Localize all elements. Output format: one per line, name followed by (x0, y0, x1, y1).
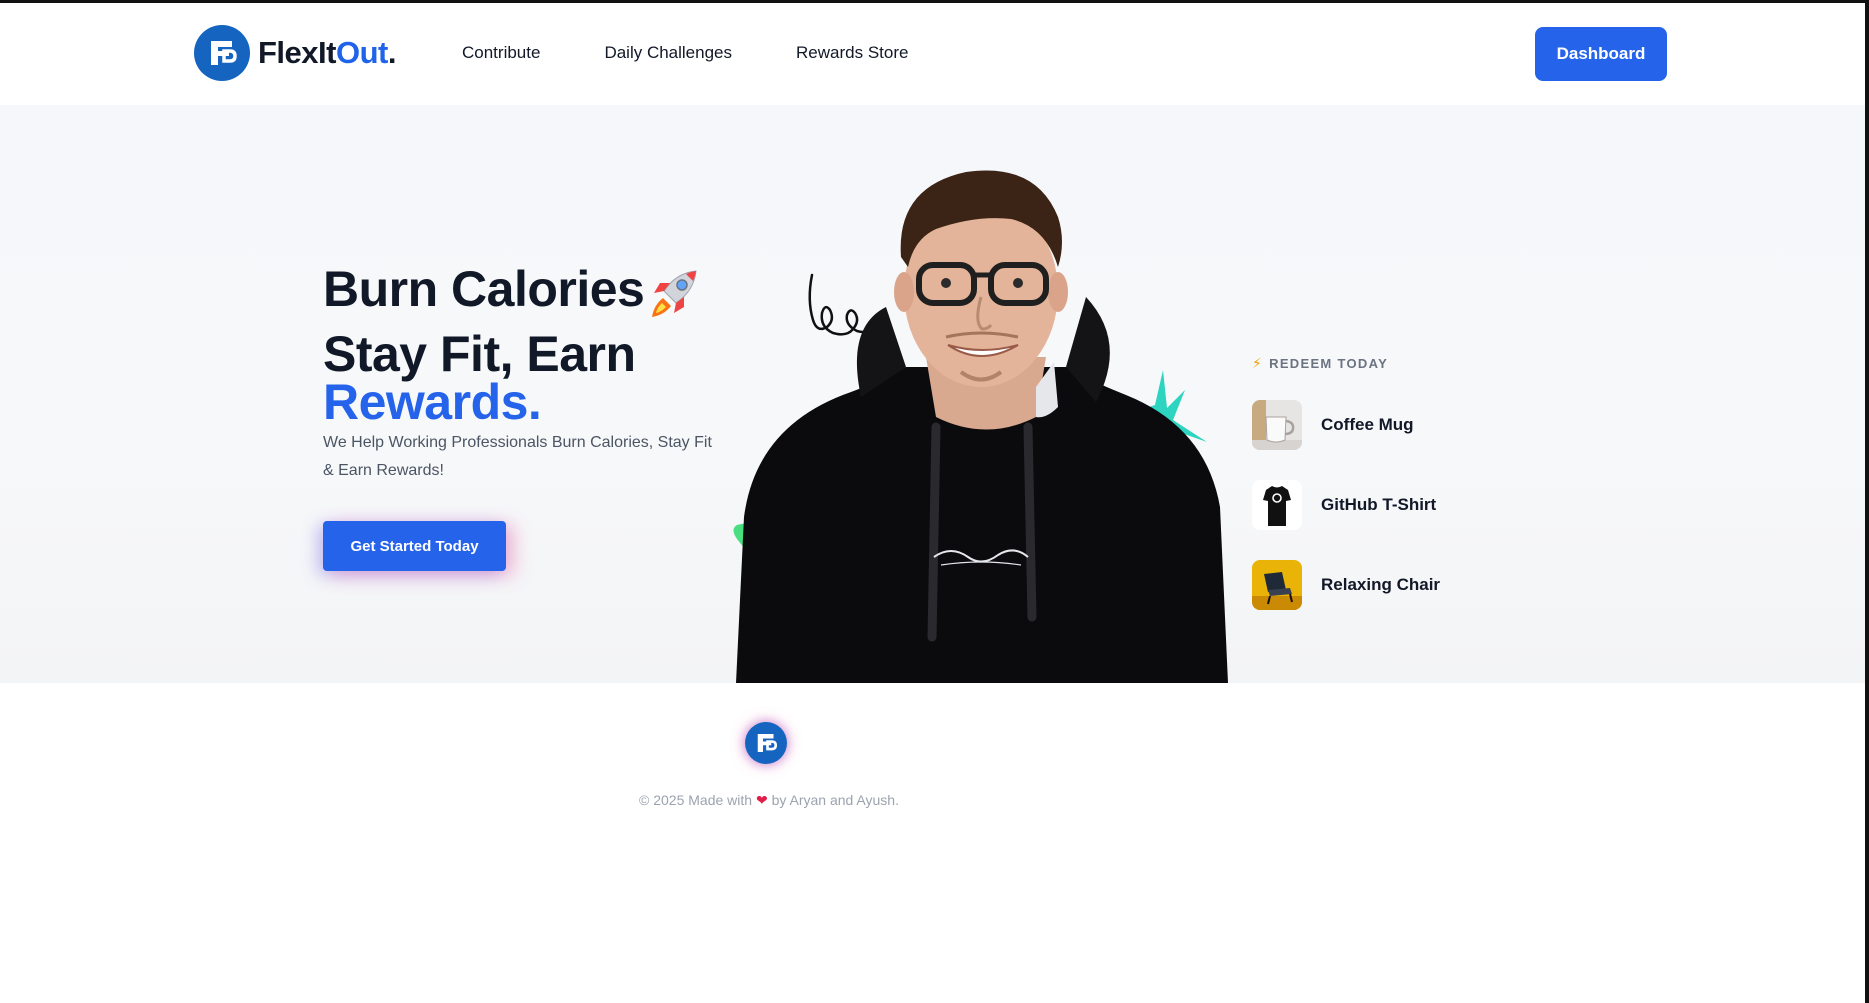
copyright-suffix: by Aryan and Ayush. (771, 792, 899, 808)
hero-person-image (736, 170, 1228, 683)
copyright-prefix: © 2025 Made with (639, 792, 753, 808)
nav-link-daily-challenges[interactable]: Daily Challenges (604, 43, 732, 63)
hero-section: Burn Calories Stay Fit, Earn Rewards. We… (0, 105, 1865, 683)
headline-line-1: Burn Calories (323, 261, 645, 317)
get-started-button[interactable]: Get Started Today (323, 521, 506, 571)
copyright-text: © 2025 Made with ❤ by Aryan and Ayush. (634, 792, 904, 809)
window-right-border (1865, 0, 1869, 1003)
reward-name: Coffee Mug (1321, 415, 1414, 434)
lightning-bolt-icon: ⚡ (1252, 355, 1264, 371)
footer-logo-icon[interactable] (745, 722, 787, 764)
reward-name: Relaxing Chair (1321, 575, 1441, 594)
brand-name: FlexItOut. (258, 35, 396, 70)
github-tshirt-thumbnail (1252, 480, 1302, 530)
nav-link-contribute[interactable]: Contribute (462, 43, 540, 63)
relaxing-chair-thumbnail (1252, 560, 1302, 610)
heart-icon: ❤ (755, 792, 768, 808)
reward-item-coffee-mug[interactable]: Coffee Mug (1252, 400, 1512, 450)
redeem-title: ⚡ REDEEM TODAY (1252, 355, 1388, 372)
reward-item-github-tshirt[interactable]: GitHub T-Shirt (1252, 480, 1512, 530)
dashboard-button[interactable]: Dashboard (1535, 27, 1667, 81)
rocket-emoji-icon (646, 265, 704, 330)
hero-headline: Burn Calories Stay Fit, Earn Rewards. (323, 264, 704, 427)
navbar: FlexItOut. Contribute Daily Challenges R… (0, 3, 1865, 105)
nav-link-rewards-store[interactable]: Rewards Store (796, 43, 908, 63)
coffee-mug-thumbnail (1252, 400, 1302, 450)
brand-logo[interactable]: FlexItOut. (194, 25, 396, 81)
fb-monogram-icon (194, 25, 250, 81)
hero-subtext: We Help Working Professionals Burn Calor… (323, 434, 712, 479)
headline-line-3: Rewards. (323, 374, 542, 430)
reward-name: GitHub T-Shirt (1321, 495, 1437, 514)
nav-links: Contribute Daily Challenges Rewards Stor… (462, 43, 972, 63)
reward-item-relaxing-chair[interactable]: Relaxing Chair (1252, 560, 1512, 610)
redeem-panel: ⚡ REDEEM TODAY Coffee Mug GitHub T-Shirt… (1252, 355, 1440, 610)
redeem-title-text: REDEEM TODAY (1269, 356, 1389, 371)
page: FlexItOut. Contribute Daily Challenges R… (0, 0, 1869, 1003)
